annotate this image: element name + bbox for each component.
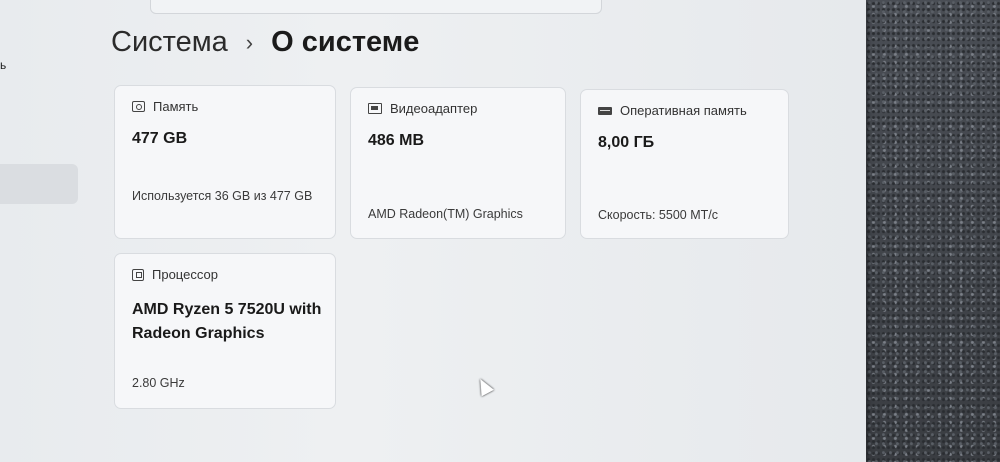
cpu-card[interactable]: Процессор AMD Ryzen 5 7520U with Radeon … <box>114 253 336 409</box>
ram-value: 8,00 ГБ <box>598 134 655 151</box>
ram-card[interactable]: Оперативная память 8,00 ГБ Скорость: 550… <box>580 89 789 239</box>
storage-icon <box>132 101 145 112</box>
gpu-value: 486 MB <box>368 132 425 149</box>
storage-usage: Используется 36 GB из 477 GB <box>132 189 313 203</box>
breadcrumb-parent-link[interactable]: Система <box>111 26 228 59</box>
chevron-right-icon: › <box>245 29 254 55</box>
storage-card-header: Память <box>132 99 198 114</box>
memory-icon <box>598 106 612 115</box>
ram-speed: Скорость: 5500 МТ/с <box>598 208 718 222</box>
cpu-value: AMD Ryzen 5 7520U with Radeon Graphics <box>132 301 322 342</box>
storage-card[interactable]: Память 477 GB Используется 36 GB из 477 … <box>114 85 336 239</box>
breadcrumb: Система › О системе <box>111 26 419 59</box>
sidebar-item-partial[interactable]: ь <box>0 58 6 72</box>
gpu-name: AMD Radeon(TM) Graphics <box>368 207 523 221</box>
search-box-edge[interactable] <box>150 0 602 14</box>
display-adapter-icon <box>368 103 382 114</box>
storage-label: Память <box>153 99 199 114</box>
settings-window: ь Система › О системе Память 477 GB Испо… <box>0 0 866 462</box>
cpu-frequency: 2.80 GHz <box>132 376 185 390</box>
storage-value: 477 GB <box>132 130 188 147</box>
gpu-card-header: Видеоадаптер <box>368 101 477 116</box>
page-title: О системе <box>271 26 420 58</box>
sidebar-selected-item[interactable] <box>0 164 78 204</box>
ram-card-header: Оперативная память <box>598 103 747 118</box>
gpu-label: Видеоадаптер <box>390 101 478 116</box>
cpu-card-header: Процессор <box>132 267 218 282</box>
gpu-card[interactable]: Видеоадаптер 486 MB AMD Radeon(TM) Graph… <box>350 87 566 239</box>
mouse-cursor-icon <box>474 375 494 397</box>
ram-label: Оперативная память <box>620 103 747 118</box>
processor-icon <box>132 268 144 281</box>
cpu-label: Процессор <box>152 267 218 282</box>
